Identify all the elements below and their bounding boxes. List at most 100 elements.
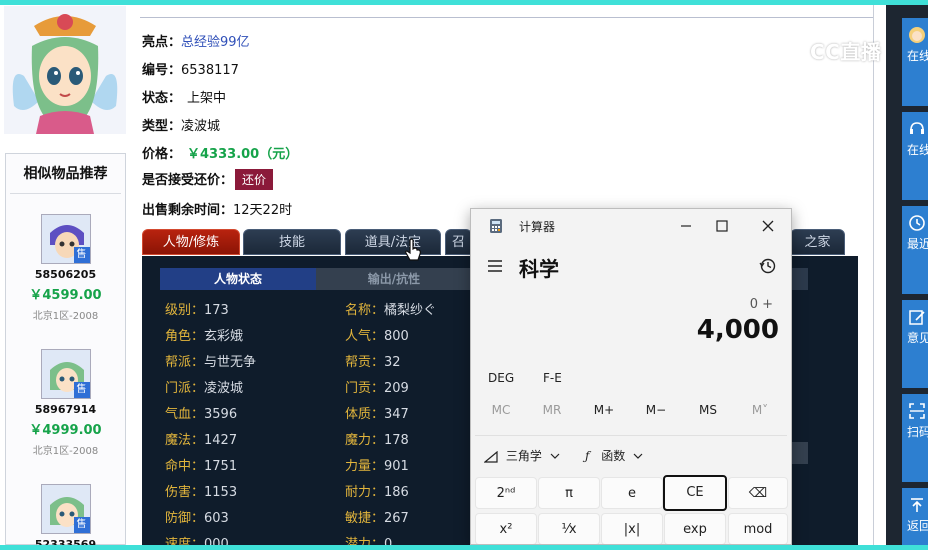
stat-school: 门派：凌波城 <box>165 381 244 396</box>
memory-add-button[interactable]: M+ <box>578 403 630 417</box>
id-value: 6538117 <box>181 63 239 78</box>
close-icon[interactable] <box>757 215 779 237</box>
absolute-value-key[interactable]: |x| <box>601 513 663 544</box>
sold-badge: 售 <box>73 382 90 398</box>
chevron-down-icon <box>550 453 560 459</box>
calculator-app-icon <box>490 219 502 233</box>
similar-items-panel: 相似物品推荐 售 58506205 ￥4599.00 北京1区-2008 售 5… <box>5 153 126 550</box>
stat-constitution: 体质：347 <box>345 407 409 422</box>
page-right-edge <box>873 5 886 545</box>
tab-home[interactable]: 之家 <box>790 229 845 255</box>
top-frame-border <box>0 0 928 5</box>
sidebar-item-scan[interactable]: 扫码下载 <box>902 394 928 482</box>
stat-defense: 防御：603 <box>165 511 229 526</box>
sidebar-item-recent[interactable]: 最近浏览 <box>902 206 928 294</box>
scan-icon <box>909 403 925 419</box>
memory-recall-button[interactable]: MR <box>526 403 578 417</box>
stat-hit: 命中：1751 <box>165 459 238 474</box>
subtab-edge <box>792 268 808 290</box>
similar-item-thumbnail[interactable]: 售 <box>40 484 91 534</box>
headset-icon <box>910 122 924 134</box>
highlight-row: 亮点：总经验99亿 <box>142 31 250 50</box>
similar-item-thumbnail[interactable]: 售 <box>40 349 91 399</box>
pi-key[interactable]: π <box>538 477 600 509</box>
tab-character-cultivation[interactable]: 人物/修炼 <box>142 229 240 255</box>
calculator-mode-title: 科学 <box>519 257 559 281</box>
sold-badge: 售 <box>73 247 90 263</box>
id-label: 编号： <box>142 63 182 78</box>
similar-item-price: ￥4599.00 <box>29 288 102 303</box>
bottom-frame-border <box>0 545 928 550</box>
sidebar-item-back-to-top[interactable]: 返回 <box>902 488 928 545</box>
function-icon: ƒ <box>585 449 590 463</box>
stat-magic: 魔力：178 <box>345 433 409 448</box>
clear-entry-key[interactable]: CE <box>663 475 727 511</box>
price-value: ￥4333.00（元） <box>187 147 299 162</box>
exp-key[interactable]: exp <box>664 513 726 544</box>
calculator-window[interactable]: 计算器 科学 0 + 4,000 DEG F-E MC MR M+ M− MS … <box>470 208 792 545</box>
calculator-expression: 0 + <box>749 297 773 312</box>
stat-hp: 气血：3596 <box>165 407 238 422</box>
status-value: 上架中 <box>187 91 227 106</box>
avatar-icon <box>909 27 925 43</box>
counter-offer-label: 是否接受还价： <box>142 173 234 188</box>
subtab-character-status[interactable]: 人物状态 <box>160 268 316 290</box>
stream-watermark: CC直播 <box>776 36 881 66</box>
tab-skills[interactable]: 技能 <box>243 229 341 255</box>
e-key[interactable]: e <box>601 477 663 509</box>
stat-level: 级别：173 <box>165 303 229 318</box>
type-value: 凌波城 <box>181 119 221 134</box>
similar-item[interactable]: 售 58967914 ￥4999.00 北京1区-2008 <box>6 349 125 457</box>
tab-summon[interactable]: 召 <box>445 229 472 255</box>
mod-key[interactable]: mod <box>728 513 788 544</box>
price-label: 价格： <box>142 147 182 162</box>
status-row: 状态： 上架中 <box>142 87 226 106</box>
sidebar-item-feedback[interactable]: 意见反馈 <box>902 300 928 388</box>
fixed-exponent-button[interactable]: F-E <box>543 371 562 385</box>
highlight-value[interactable]: 总经验99亿 <box>181 35 250 50</box>
price-row: 价格： ￥4333.00（元） <box>142 143 298 162</box>
similar-item[interactable]: 售 52333569 <box>6 484 125 550</box>
minimize-icon[interactable] <box>675 215 697 237</box>
tab-items-magic[interactable]: 道具/法宝 <box>345 229 441 255</box>
hamburger-menu-icon[interactable] <box>487 259 503 273</box>
maximize-icon[interactable] <box>711 215 733 237</box>
chevron-down-icon <box>633 453 643 459</box>
square-key[interactable]: x² <box>475 513 537 544</box>
similar-item-price: ￥4999.00 <box>29 423 102 438</box>
sidebar-item-online-assistant[interactable]: 在线精灵 <box>902 18 928 106</box>
stat-strength: 力量：901 <box>345 459 409 474</box>
counter-offer-row: 是否接受还价： 还价 <box>142 169 274 190</box>
calculator-divider <box>475 435 787 436</box>
similar-item-thumbnail[interactable]: 售 <box>40 214 91 264</box>
sidebar-item-customer-service[interactable]: 在线客服 <box>902 112 928 200</box>
sold-badge: 售 <box>73 517 90 533</box>
status-label: 状态： <box>142 91 182 106</box>
backspace-key[interactable]: ⌫ <box>728 477 788 509</box>
memory-subtract-button[interactable]: M− <box>630 403 682 417</box>
type-label: 类型： <box>142 119 182 134</box>
angle-unit-button[interactable]: DEG <box>488 371 514 385</box>
memory-list-button[interactable]: M˅ <box>734 403 786 417</box>
calculator-title: 计算器 <box>519 220 556 234</box>
edit-icon <box>909 310 925 325</box>
time-left-row: 出售剩余时间：12天22时 <box>142 199 292 218</box>
memory-store-button[interactable]: MS <box>682 403 734 417</box>
similar-item[interactable]: 售 58506205 ￥4599.00 北京1区-2008 <box>6 214 125 322</box>
time-left-label: 出售剩余时间： <box>142 203 234 218</box>
trigonometry-dropdown[interactable]: 三角学 <box>483 447 560 464</box>
calculator-titlebar[interactable]: 计算器 <box>471 209 791 242</box>
similar-item-id: 58506205 <box>34 268 97 281</box>
history-icon[interactable] <box>759 257 777 275</box>
clock-icon <box>909 215 925 231</box>
memory-clear-button[interactable]: MC <box>475 403 527 417</box>
counter-offer-button[interactable]: 还价 <box>235 169 274 190</box>
reciprocal-key[interactable]: ¹⁄x <box>538 513 600 544</box>
subtab-output-resist[interactable]: 输出/抗性 <box>316 268 472 290</box>
function-dropdown[interactable]: ƒ 函数 <box>585 447 643 464</box>
time-left-value: 12天22时 <box>233 203 293 218</box>
second-function-key[interactable]: 2ⁿᵈ <box>475 477 537 509</box>
triangle-icon <box>483 450 498 463</box>
hand-cursor-icon <box>405 238 421 261</box>
highlight-label: 亮点： <box>142 35 182 50</box>
